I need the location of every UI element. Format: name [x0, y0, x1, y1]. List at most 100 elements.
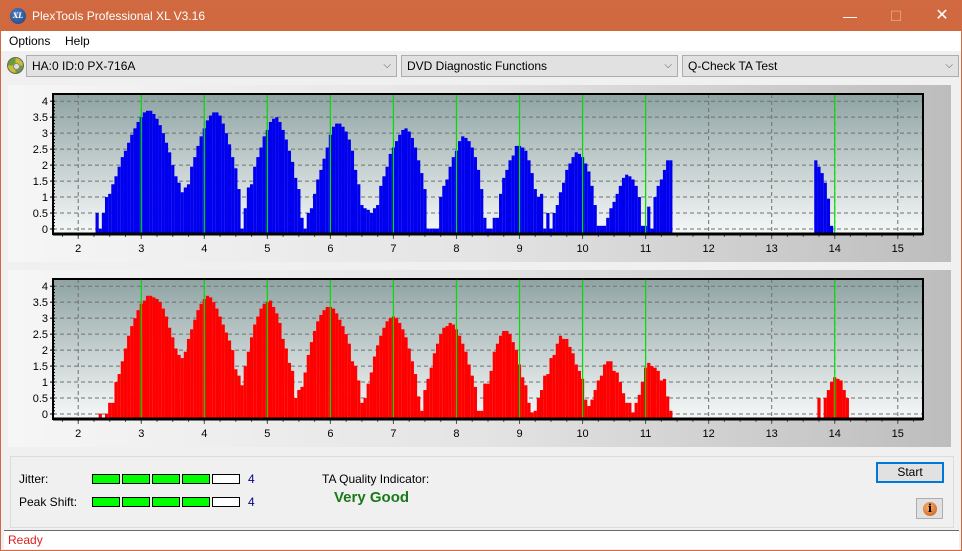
data-bar — [199, 136, 203, 234]
data-bar — [357, 380, 361, 419]
data-bar — [401, 329, 405, 419]
data-bar — [814, 160, 818, 234]
data-bar — [101, 213, 106, 234]
data-bar — [420, 173, 424, 234]
data-bar — [435, 343, 440, 419]
meter-segment — [152, 474, 180, 484]
y-tick-label: 4 — [42, 281, 48, 293]
data-bar — [149, 110, 153, 234]
data-bar — [568, 346, 572, 419]
data-bar — [111, 184, 115, 234]
data-bar — [300, 217, 304, 234]
data-bar — [546, 213, 550, 234]
data-bar — [278, 121, 282, 234]
data-bar — [508, 160, 512, 234]
data-bar — [593, 205, 597, 234]
data-bar — [571, 353, 575, 419]
data-bar — [350, 150, 355, 234]
meter-segment — [212, 497, 240, 507]
data-bar — [300, 386, 304, 419]
data-bar — [281, 338, 285, 419]
data-bar — [158, 125, 162, 234]
data-bar — [234, 168, 238, 234]
data-bar — [168, 327, 172, 419]
data-bar — [410, 361, 414, 419]
data-bar — [647, 206, 651, 234]
data-bar — [322, 158, 326, 234]
data-bar — [388, 153, 392, 234]
info-button[interactable]: i — [916, 498, 943, 519]
meter-segment — [122, 497, 150, 507]
y-tick-label: 2.5 — [33, 144, 48, 156]
drive-select-value: HA:0 ID:0 PX-716A — [32, 59, 136, 73]
data-bar — [461, 343, 465, 419]
data-bar — [114, 382, 118, 419]
data-bar — [467, 141, 471, 234]
x-tick-label: 3 — [138, 243, 144, 255]
menu-bar: Options Help — [1, 31, 961, 51]
start-button[interactable]: Start — [876, 462, 944, 483]
x-tick-label: 14 — [829, 243, 841, 255]
data-bar — [574, 364, 578, 419]
data-bar — [521, 377, 525, 419]
data-bar — [666, 396, 670, 419]
data-bar — [543, 375, 547, 419]
data-bar — [653, 367, 657, 419]
menu-options[interactable]: Options — [9, 34, 50, 48]
data-bar — [246, 351, 251, 419]
data-bar — [637, 197, 641, 234]
data-bar — [319, 169, 323, 234]
data-bar — [196, 310, 200, 419]
x-tick-label: 5 — [264, 243, 270, 255]
data-bar — [820, 173, 824, 234]
data-bar — [259, 147, 263, 234]
y-tick-label: 3 — [42, 313, 48, 325]
x-tick-label: 9 — [516, 243, 522, 255]
data-bar — [281, 129, 285, 234]
data-bar — [817, 398, 821, 419]
data-bar — [662, 169, 667, 234]
test-select[interactable]: Q-Check TA Test ⌵ — [682, 55, 959, 77]
menu-help[interactable]: Help — [65, 34, 90, 48]
data-bar — [366, 209, 370, 234]
minimize-button[interactable]: — — [827, 1, 873, 31]
data-bar — [521, 147, 525, 234]
data-bar — [817, 166, 821, 234]
data-bar — [209, 297, 213, 419]
data-bar — [568, 163, 572, 234]
data-bar — [174, 348, 178, 419]
data-bar — [473, 157, 477, 234]
data-bar — [599, 375, 604, 419]
chevron-down-icon: ⌵ — [383, 60, 391, 71]
data-bar — [461, 136, 465, 234]
data-bar — [423, 189, 427, 234]
meter-segment — [182, 497, 210, 507]
data-bar — [448, 166, 452, 234]
data-bar — [536, 197, 541, 234]
data-bar — [495, 217, 500, 234]
data-bar — [609, 208, 613, 234]
data-bar — [249, 337, 254, 419]
y-tick-label: 1.5 — [33, 176, 48, 188]
data-bar — [221, 324, 225, 419]
data-bar — [190, 329, 194, 419]
data-bar — [552, 213, 556, 234]
data-bar — [164, 142, 169, 234]
x-tick-label: 14 — [829, 428, 841, 440]
data-bar — [237, 375, 241, 419]
data-bar — [577, 370, 582, 419]
meter-segment — [212, 474, 240, 484]
data-bar — [111, 402, 115, 419]
close-button[interactable]: ✕ — [919, 1, 962, 31]
data-bar — [309, 342, 314, 419]
data-bar — [536, 398, 541, 419]
function-select[interactable]: DVD Diagnostic Functions ⌵ — [401, 55, 678, 77]
data-bar — [505, 330, 509, 419]
drive-select[interactable]: HA:0 ID:0 PX-716A ⌵ — [26, 55, 397, 77]
data-bar — [451, 157, 455, 234]
data-bar — [666, 160, 670, 234]
maximize-button[interactable]: ☐ — [873, 1, 919, 31]
data-bar — [621, 393, 626, 419]
data-bar — [571, 157, 575, 234]
data-bar — [325, 306, 329, 419]
